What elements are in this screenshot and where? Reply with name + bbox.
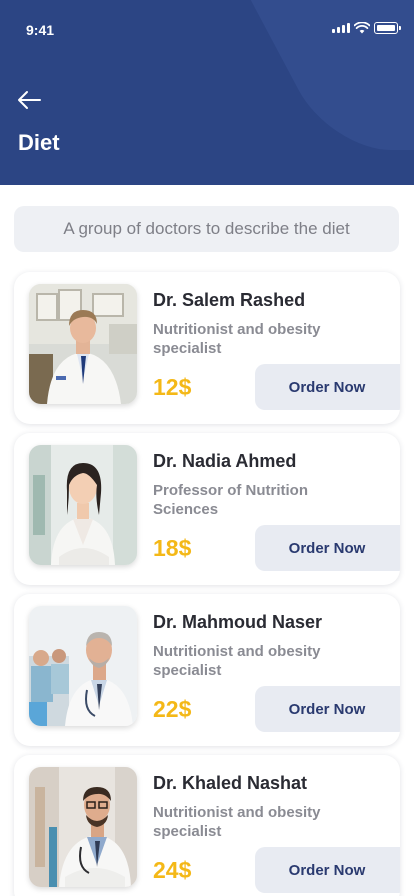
doctor-card[interactable]: Dr. Mahmoud Naser Nutritionist and obesi… [14, 594, 400, 746]
order-now-button[interactable]: Order Now [255, 525, 400, 571]
doctor-specialty: Nutritionist and obesity specialist [153, 804, 321, 840]
order-now-button[interactable]: Order Now [255, 686, 400, 732]
doctor-photo [29, 284, 137, 404]
doctor-photo [29, 606, 137, 726]
doctor-name: Dr. Nadia Ahmed [153, 451, 297, 471]
doctor-name: Dr. Khaled Nashat [153, 773, 308, 793]
doctor-card[interactable]: Dr. Nadia Ahmed Professor of Nutrition S… [14, 433, 400, 585]
doctor-price: 24$ [153, 857, 192, 883]
doctor-name: Dr. Mahmoud Naser [153, 612, 323, 632]
doctor-photo [29, 445, 137, 565]
order-now-button[interactable]: Order Now [255, 364, 400, 410]
doctor-specialty: Nutritionist and obesity specialist [153, 643, 321, 679]
header: 9:41 Diet [0, 0, 414, 185]
doctor-specialty: Professor of Nutrition Sciences [153, 482, 309, 518]
status-icons [332, 22, 401, 36]
wifi-icon [354, 22, 370, 34]
battery-icon [374, 22, 401, 34]
doctor-price: 18$ [153, 535, 192, 561]
doctor-price: 12$ [153, 374, 192, 400]
page-title: Diet [18, 130, 60, 155]
order-now-button[interactable]: Order Now [255, 847, 400, 893]
doctor-name: Dr. Salem Rashed [153, 290, 306, 310]
doctor-price: 22$ [153, 696, 192, 722]
doctor-card[interactable]: Dr. Salem Rashed Nutritionist and obesit… [14, 272, 400, 424]
status-time: 9:41 [26, 22, 55, 38]
doctor-photo [29, 767, 137, 887]
doctor-specialty: Nutritionist and obesity specialist [153, 321, 321, 357]
section-subtitle: A group of doctors to describe the diet [14, 206, 399, 252]
arrow-left-icon[interactable] [16, 88, 42, 112]
signal-icon [332, 23, 350, 33]
doctor-card[interactable]: Dr. Khaled Nashat Nutritionist and obesi… [14, 755, 400, 896]
